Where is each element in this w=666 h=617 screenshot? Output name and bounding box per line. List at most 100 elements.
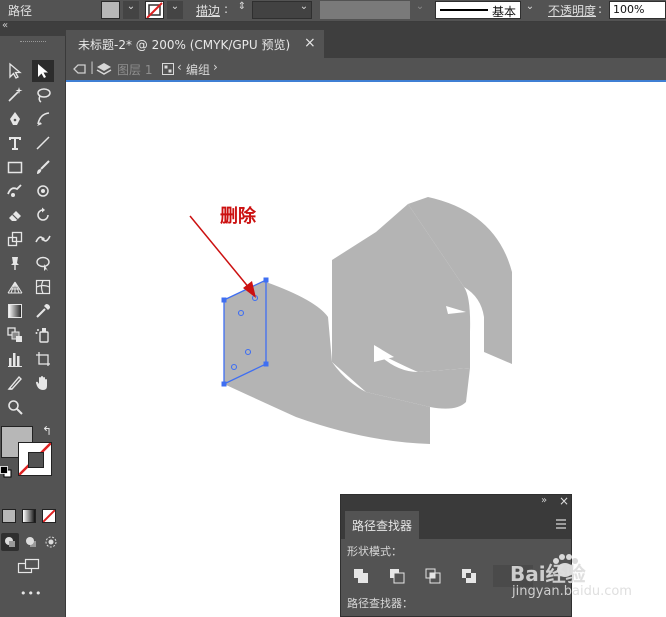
puppet-warp-tool[interactable] — [32, 228, 54, 250]
magnifier-icon — [8, 400, 23, 415]
unite-icon[interactable] — [353, 568, 369, 584]
paintbrush-tool[interactable] — [32, 156, 54, 178]
fill-swatch[interactable] — [101, 1, 120, 19]
symbol-sprayer-tool[interactable] — [32, 324, 54, 346]
slice-tool[interactable] — [4, 372, 26, 394]
close-tab-icon[interactable]: × — [304, 35, 316, 51]
zoom-tool[interactable] — [4, 396, 26, 418]
back-arrow-icon[interactable] — [72, 62, 88, 76]
document-tab-bar: 未标题-2* @ 200% (CMYK/GPU 预览) × — [66, 22, 666, 58]
draw-behind-button[interactable] — [22, 533, 40, 551]
pathfinders-label: 路径查找器： — [347, 597, 413, 610]
breadcrumb-layer[interactable]: 图层 1 — [117, 61, 152, 78]
rectangle-tool[interactable] — [4, 156, 26, 178]
panel-grip — [20, 41, 46, 44]
column-graph-tool[interactable] — [4, 348, 26, 370]
rotate-tool[interactable] — [32, 204, 54, 226]
scale-tool[interactable] — [4, 228, 26, 250]
breadcrumb-group[interactable]: 编组 — [186, 61, 210, 78]
eyedropper-tool[interactable] — [32, 300, 54, 322]
draw-normal-icon — [5, 537, 15, 547]
stroke-none-swatch[interactable] — [145, 1, 164, 19]
exclude-icon[interactable] — [461, 568, 477, 584]
annotation-label: 删除 — [220, 206, 256, 227]
blob-brush-tool[interactable] — [32, 180, 54, 202]
shape-builder-tool[interactable] — [32, 252, 54, 274]
extruded-shape[interactable] — [224, 197, 512, 444]
swap-fill-stroke-icon[interactable]: ↰ — [42, 424, 52, 438]
watermark-brand: Bai经验 — [510, 562, 586, 586]
brush-profile-select[interactable]: 基本 — [435, 1, 521, 19]
lasso-tool[interactable] — [32, 84, 54, 106]
brush-chevron-icon[interactable]: ⌄ — [522, 1, 538, 19]
eraser-tool[interactable] — [4, 204, 26, 226]
stroke-label[interactable]: 描边 — [196, 2, 220, 19]
group-icon — [162, 63, 174, 75]
shape-modes-label: 形状模式： — [347, 545, 402, 558]
scale-icon — [7, 231, 23, 247]
opacity-input[interactable]: 100% — [609, 1, 666, 19]
mesh-icon — [35, 279, 51, 295]
draw-inside-button[interactable] — [42, 533, 60, 551]
none-mode-button[interactable] — [42, 509, 56, 523]
layers-icon — [96, 63, 112, 75]
gradient-mode-button[interactable] — [22, 509, 36, 523]
blend-icon — [7, 327, 22, 342]
default-colors-icon[interactable] — [0, 466, 12, 478]
tools-panel: « ↰ ••• — [0, 20, 66, 617]
hand-icon — [35, 376, 47, 390]
control-bar: 路径 ⌄ ⌄ 描边 : ⇕ ⌄ ⌄ 基本 ⌄ 不透明度 : 100% — [0, 0, 666, 22]
pathfinder-tab[interactable]: 路径查找器 — [345, 511, 419, 539]
pen-tool[interactable] — [4, 108, 26, 130]
watermark-url: jingyan.baidu.com — [512, 584, 632, 599]
puppet-warp-icon — [35, 235, 51, 243]
document-tab[interactable]: 未标题-2* @ 200% (CMYK/GPU 预览) × — [66, 30, 324, 58]
eraser-icon — [9, 211, 21, 221]
intersect-icon[interactable] — [425, 568, 441, 584]
fill-dropdown-chevron-icon[interactable]: ⌄ — [123, 1, 139, 19]
gradient-tool[interactable] — [4, 300, 26, 322]
none-slash-icon — [146, 2, 163, 19]
stroke-dropdown-chevron-icon[interactable]: ⌄ — [167, 1, 183, 19]
opacity-label[interactable]: 不透明度 — [548, 2, 596, 19]
minus-front-icon[interactable] — [389, 568, 405, 584]
hand-tool[interactable] — [32, 372, 54, 394]
mesh-tool[interactable] — [32, 276, 54, 298]
rotate-icon — [37, 207, 49, 221]
symbol-sprayer-icon — [35, 328, 49, 343]
brush-line-preview — [440, 9, 488, 11]
curvature-pen-icon — [37, 112, 50, 126]
artboard-tool[interactable] — [32, 348, 54, 370]
type-tool[interactable] — [4, 132, 26, 154]
collapse-panel-icon[interactable]: » — [541, 495, 547, 506]
color-mode-button[interactable] — [2, 509, 16, 523]
perspective-grid-tool[interactable] — [4, 276, 26, 298]
stroke-weight-chevron-icon[interactable]: ⌄ — [296, 1, 312, 19]
free-transform-pin-icon — [11, 257, 19, 270]
panel-menu-icon[interactable] — [555, 518, 567, 530]
line-segment-tool[interactable] — [32, 132, 54, 154]
blend-tool[interactable] — [4, 324, 26, 346]
curvature-tool[interactable] — [32, 108, 54, 130]
artboard-icon — [36, 352, 50, 366]
direct-selection-tool[interactable] — [32, 60, 54, 82]
shape-builder-icon — [36, 256, 50, 271]
change-screen-mode-button[interactable] — [17, 558, 41, 576]
shaper-tool[interactable] — [4, 180, 26, 202]
variable-width-profile[interactable] — [320, 1, 410, 19]
path-label: 路径 — [8, 4, 33, 18]
gradient-icon — [8, 304, 22, 318]
draw-behind-icon — [26, 537, 36, 547]
collapse-arrows-icon[interactable]: « — [2, 20, 8, 31]
edit-toolbar-more-icon[interactable]: ••• — [20, 587, 42, 600]
magic-wand-tool[interactable] — [4, 84, 26, 106]
slice-knife-icon — [7, 375, 22, 390]
selection-tool[interactable] — [4, 60, 26, 82]
draw-normal-button[interactable] — [1, 533, 19, 551]
stroke-stepper-icon[interactable]: ⇕ — [235, 1, 249, 19]
shaper-icon — [7, 184, 22, 197]
close-panel-icon[interactable]: × — [559, 494, 569, 508]
free-transform-tool[interactable] — [4, 252, 26, 274]
tools-panel-header: « — [0, 20, 66, 36]
profile-chevron-icon[interactable]: ⌄ — [412, 1, 428, 19]
